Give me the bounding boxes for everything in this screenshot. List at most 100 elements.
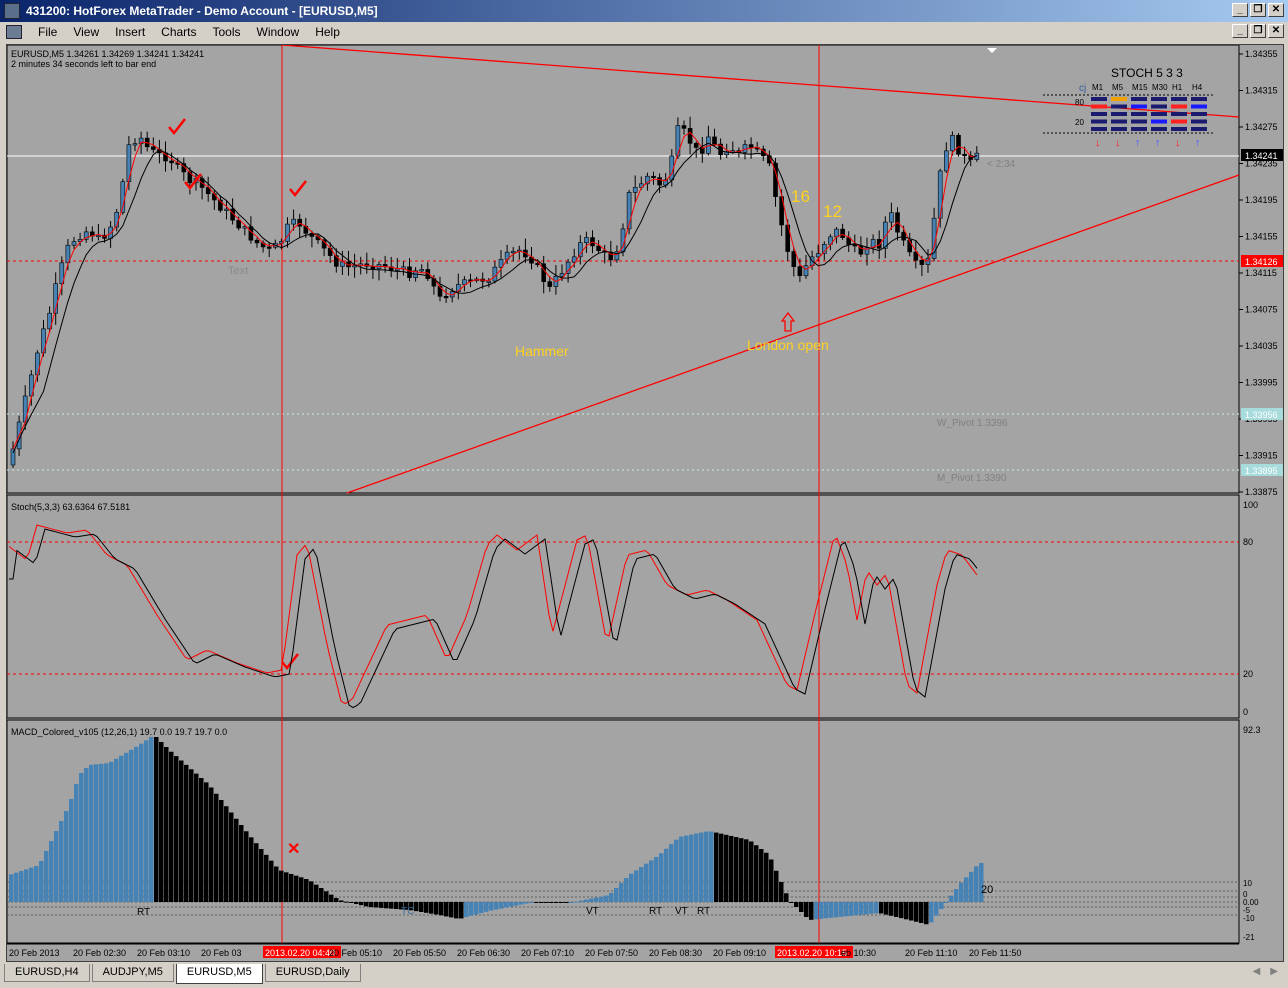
macd-bar [664, 848, 669, 902]
dashboard-cell [1191, 127, 1207, 131]
dashboard-cell [1151, 104, 1167, 109]
candle-up [943, 150, 949, 172]
macd-annotation-tc: TC [401, 906, 414, 917]
macd-bar [194, 773, 199, 902]
macd-histogram [9, 737, 984, 925]
candle-up [394, 268, 400, 271]
macd-bar [69, 799, 74, 902]
macd-bar [874, 902, 879, 914]
macd-bar [304, 879, 309, 902]
macd-bar [164, 747, 169, 902]
dashboard-cell [1171, 112, 1187, 116]
text-annotation[interactable]: Text [228, 265, 248, 277]
menu-insert[interactable]: Insert [107, 25, 153, 39]
close-button[interactable]: ✕ [1268, 3, 1284, 17]
chart-canvas[interactable]: EURUSD,M5 1.34261 1.34269 1.34241 1.3424… [6, 44, 1285, 963]
chart-window[interactable]: EURUSD,M5 1.34261 1.34269 1.34241 1.3424… [6, 44, 1284, 962]
menu-help[interactable]: Help [307, 25, 348, 39]
support-trendline[interactable] [346, 174, 1240, 494]
macd-bar [889, 902, 894, 916]
macd-bar [364, 902, 369, 907]
stoch-main-line [8, 524, 978, 705]
macd-bar [144, 740, 149, 902]
menu-file[interactable]: File [30, 25, 65, 39]
candle-down [919, 259, 925, 265]
dashboard-cell [1151, 112, 1167, 116]
candle-down [852, 244, 858, 247]
countdown-label: < 2:34 [987, 159, 1016, 170]
macd-bar [94, 764, 99, 902]
time-axis-label: 20 Feb 07:50 [585, 948, 638, 958]
ma-red-line [12, 131, 977, 450]
candle-up [559, 273, 565, 277]
macd-bar [679, 836, 684, 902]
chart-document-icon[interactable] [6, 25, 22, 39]
macd-bar [759, 849, 764, 902]
time-axis-label: 20 Feb 02:30 [73, 948, 126, 958]
label-16[interactable]: 16 [791, 187, 810, 206]
london-open-annotation[interactable]: London open [747, 337, 829, 353]
macd-bar [909, 902, 914, 921]
macd-bar [694, 833, 699, 902]
macd-bar [689, 834, 694, 902]
macd-bar [949, 895, 954, 902]
restore-button[interactable]: ❐ [1250, 3, 1266, 17]
time-axis-label: 20 Feb 03 [201, 948, 242, 958]
dashboard-cell [1091, 119, 1107, 124]
macd-bar [19, 871, 24, 902]
tab-eurusd-daily[interactable]: EURUSD,Daily [264, 964, 361, 982]
tab-audjpy-m5[interactable]: AUDJPY,M5 [91, 964, 174, 982]
menu-view[interactable]: View [65, 25, 107, 39]
mdi-restore-button[interactable]: ❐ [1250, 24, 1266, 38]
dashboard-cell [1111, 127, 1127, 131]
macd-bar [9, 874, 14, 902]
tab-eurusd-m5[interactable]: EURUSD,M5 [175, 964, 263, 984]
candle-up [132, 143, 138, 146]
macd-bar [344, 901, 349, 903]
macd-bar [779, 882, 784, 902]
label-12[interactable]: 12 [823, 202, 842, 221]
menu-window[interactable]: Window [249, 25, 308, 39]
macd-bar [374, 902, 379, 908]
minimize-button[interactable]: _ [1232, 3, 1248, 17]
chart-shift-marker[interactable] [987, 48, 997, 53]
macd-bar [84, 768, 89, 902]
price-axis-label: 1.33915 [1245, 451, 1278, 461]
macd-bar [584, 899, 589, 902]
macd-level-20-label: 20 [981, 884, 993, 896]
macd-bar [599, 896, 604, 902]
macd-bar [519, 902, 524, 905]
macd-indicator-label: MACD_Colored_v105 (12,26,1) 19.7 0.0 19.… [11, 727, 227, 737]
time-axis-label: 2013.02.20 10:15 [777, 948, 847, 958]
tab-scroll-right-icon[interactable]: ▶ [1270, 966, 1278, 977]
macd-bar [674, 839, 679, 902]
macd-bar [309, 881, 314, 902]
macd-bar [449, 902, 454, 918]
dashboard-column-header: M30 [1152, 83, 1168, 92]
tab-scroll-left-icon[interactable]: ◀ [1253, 966, 1261, 977]
macd-bar [939, 902, 944, 909]
macd-bar [869, 902, 874, 914]
macd-axis-neg10: -10 [1243, 914, 1255, 923]
macd-bar [189, 769, 194, 902]
mdi-minimize-button[interactable]: _ [1232, 24, 1248, 38]
macd-bar [914, 902, 919, 922]
macd-bar [904, 902, 909, 920]
price-axis-label: 1.34275 [1245, 122, 1278, 132]
menu-charts[interactable]: Charts [153, 25, 204, 39]
hammer-annotation[interactable]: Hammer [515, 343, 569, 359]
macd-bar [154, 737, 159, 902]
mdi-close-button[interactable]: ✕ [1268, 24, 1284, 38]
time-axis-label: 20 Feb 11:10 [905, 948, 957, 958]
dashboard-cell [1111, 104, 1127, 109]
m-pivot-value: 1.33895 [1245, 466, 1278, 476]
dashboard-cell [1151, 127, 1167, 131]
macd-bar [369, 902, 374, 908]
stoch-axis-80: 80 [1243, 537, 1253, 547]
tab-eurusd-h4[interactable]: EURUSD,H4 [4, 964, 90, 982]
ma-black-line [12, 142, 978, 454]
dashboard-cell [1131, 119, 1147, 124]
macd-bar [284, 872, 289, 902]
candle-up [706, 136, 711, 154]
menu-tools[interactable]: Tools [205, 25, 249, 39]
